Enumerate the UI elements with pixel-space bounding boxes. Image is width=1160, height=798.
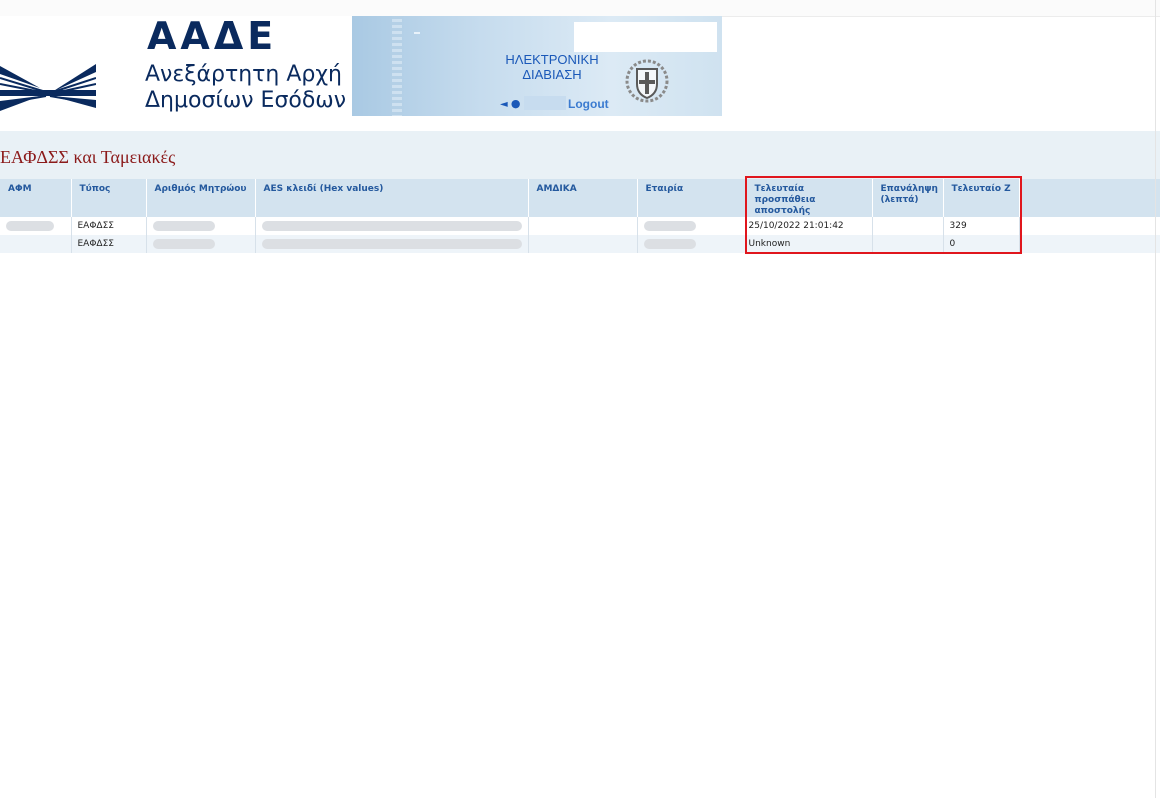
cell-amdika [528,217,638,235]
cell-last-z: 329 [943,217,1020,235]
cell-last-z: 0 [943,235,1020,253]
column-header-afm[interactable]: ΑΦΜ [0,179,72,217]
column-header-aes-key[interactable]: AES κλειδί (Hex values) [255,179,529,217]
redacted-value [152,220,215,231]
greek-coat-of-arms-icon [625,59,669,103]
cell-registry-number [146,217,256,235]
cell-last-attempt: Unknown [746,235,873,253]
page-title-bar: ΕΑΦΔΣΣ και Ταμειακές [0,131,1160,179]
redacted-value [152,238,215,249]
username-redacted [524,96,566,110]
header-banner-panel: ΗΛΕΚΤΡΟΝΙΚΗ ΔΙΑΒΙΑΣΗ ◄ ● Logout [352,16,722,116]
redacted-value [643,238,696,249]
column-header-retry-minutes[interactable]: Επανάληψη (λεπτά) [872,179,944,217]
column-header-company[interactable]: Εταιρία [637,179,747,217]
cell-aes-key [255,235,529,253]
banner-decor-dash [414,32,420,34]
banner-decor-stripe [392,16,402,116]
cell-afm [0,217,72,235]
redacted-value [261,220,522,231]
cell-company [637,217,747,235]
table-row[interactable]: ΕΑΦΔΣΣ 25/10/2022 21:01:42 329 [0,217,1160,235]
logo-acronym: ΑΑΔΕ [147,16,278,58]
devices-table: ΑΦΜ Τύπος Αριθμός Μητρώου AES κλειδί (He… [0,179,1160,253]
cell-empty [1019,217,1160,235]
site-header: ΑΑΔΕ Ανεξάρτητη Αρχή Δημοσίων Εσόδων ΗΛΕ… [0,16,722,116]
logo-subtitle-line-1: Ανεξάρτητη Αρχή [145,62,343,87]
page-title: ΕΑΦΔΣΣ και Ταμειακές [0,147,176,167]
logout-link[interactable]: Logout [568,97,609,111]
cell-empty [1019,235,1160,253]
column-header-last-attempt[interactable]: Τελευταία προσπάθεια αποστολής [746,179,873,217]
cell-afm [0,235,72,253]
cell-amdika [528,235,638,253]
cell-registry-number [146,235,256,253]
table-row[interactable]: ΕΑΦΔΣΣ Unknown 0 [0,235,1160,253]
cell-last-attempt: 25/10/2022 21:01:42 [746,217,873,235]
cell-aes-key [255,217,529,235]
cell-company [637,235,747,253]
column-header-last-z[interactable]: Τελευταίο Ζ [943,179,1020,217]
browser-top-strip [0,0,1160,17]
aade-logo-icon [0,16,96,116]
banner-blank-area [574,22,717,52]
cell-type: ΕΑΦΔΣΣ [71,235,147,253]
table-header-row: ΑΦΜ Τύπος Αριθμός Μητρώου AES κλειδί (He… [0,179,1160,217]
cell-retry-minutes [872,235,944,253]
column-header-empty [1019,179,1160,217]
cell-retry-minutes [872,217,944,235]
column-header-amdika[interactable]: ΑΜΔΙΚΑ [528,179,638,217]
column-header-registry-number[interactable]: Αριθμός Μητρώου [146,179,256,217]
redacted-value [6,220,54,231]
cell-type: ΕΑΦΔΣΣ [71,217,147,235]
column-header-type[interactable]: Τύπος [71,179,147,217]
logo-subtitle-line-2: Δημοσίων Εσόδων [145,88,347,113]
redacted-value [643,220,696,231]
window-right-edge [1155,0,1156,798]
user-icon: ◄ ● [500,97,521,111]
redacted-value [261,238,522,249]
service-title: ΗΛΕΚΤΡΟΝΙΚΗ ΔΙΑΒΙΑΣΗ [505,52,599,82]
